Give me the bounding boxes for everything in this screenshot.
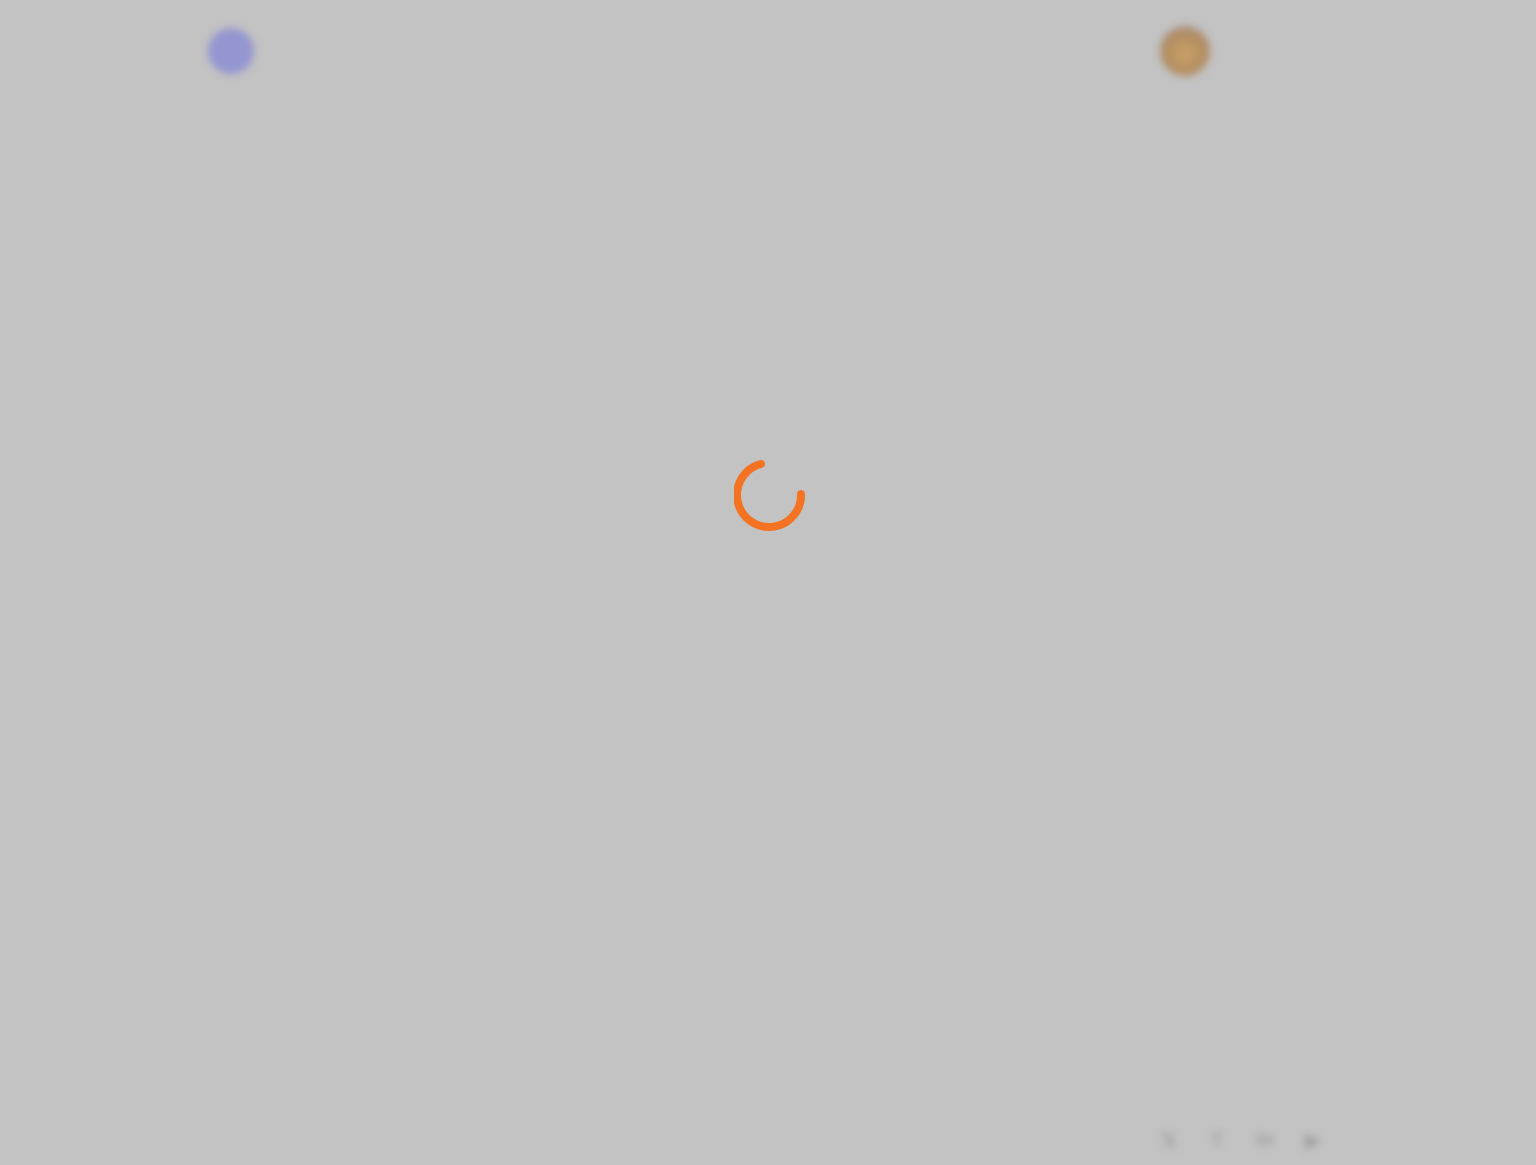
- loading-spinner-icon: [734, 460, 806, 531]
- loading-overlay: [0, 0, 1536, 1165]
